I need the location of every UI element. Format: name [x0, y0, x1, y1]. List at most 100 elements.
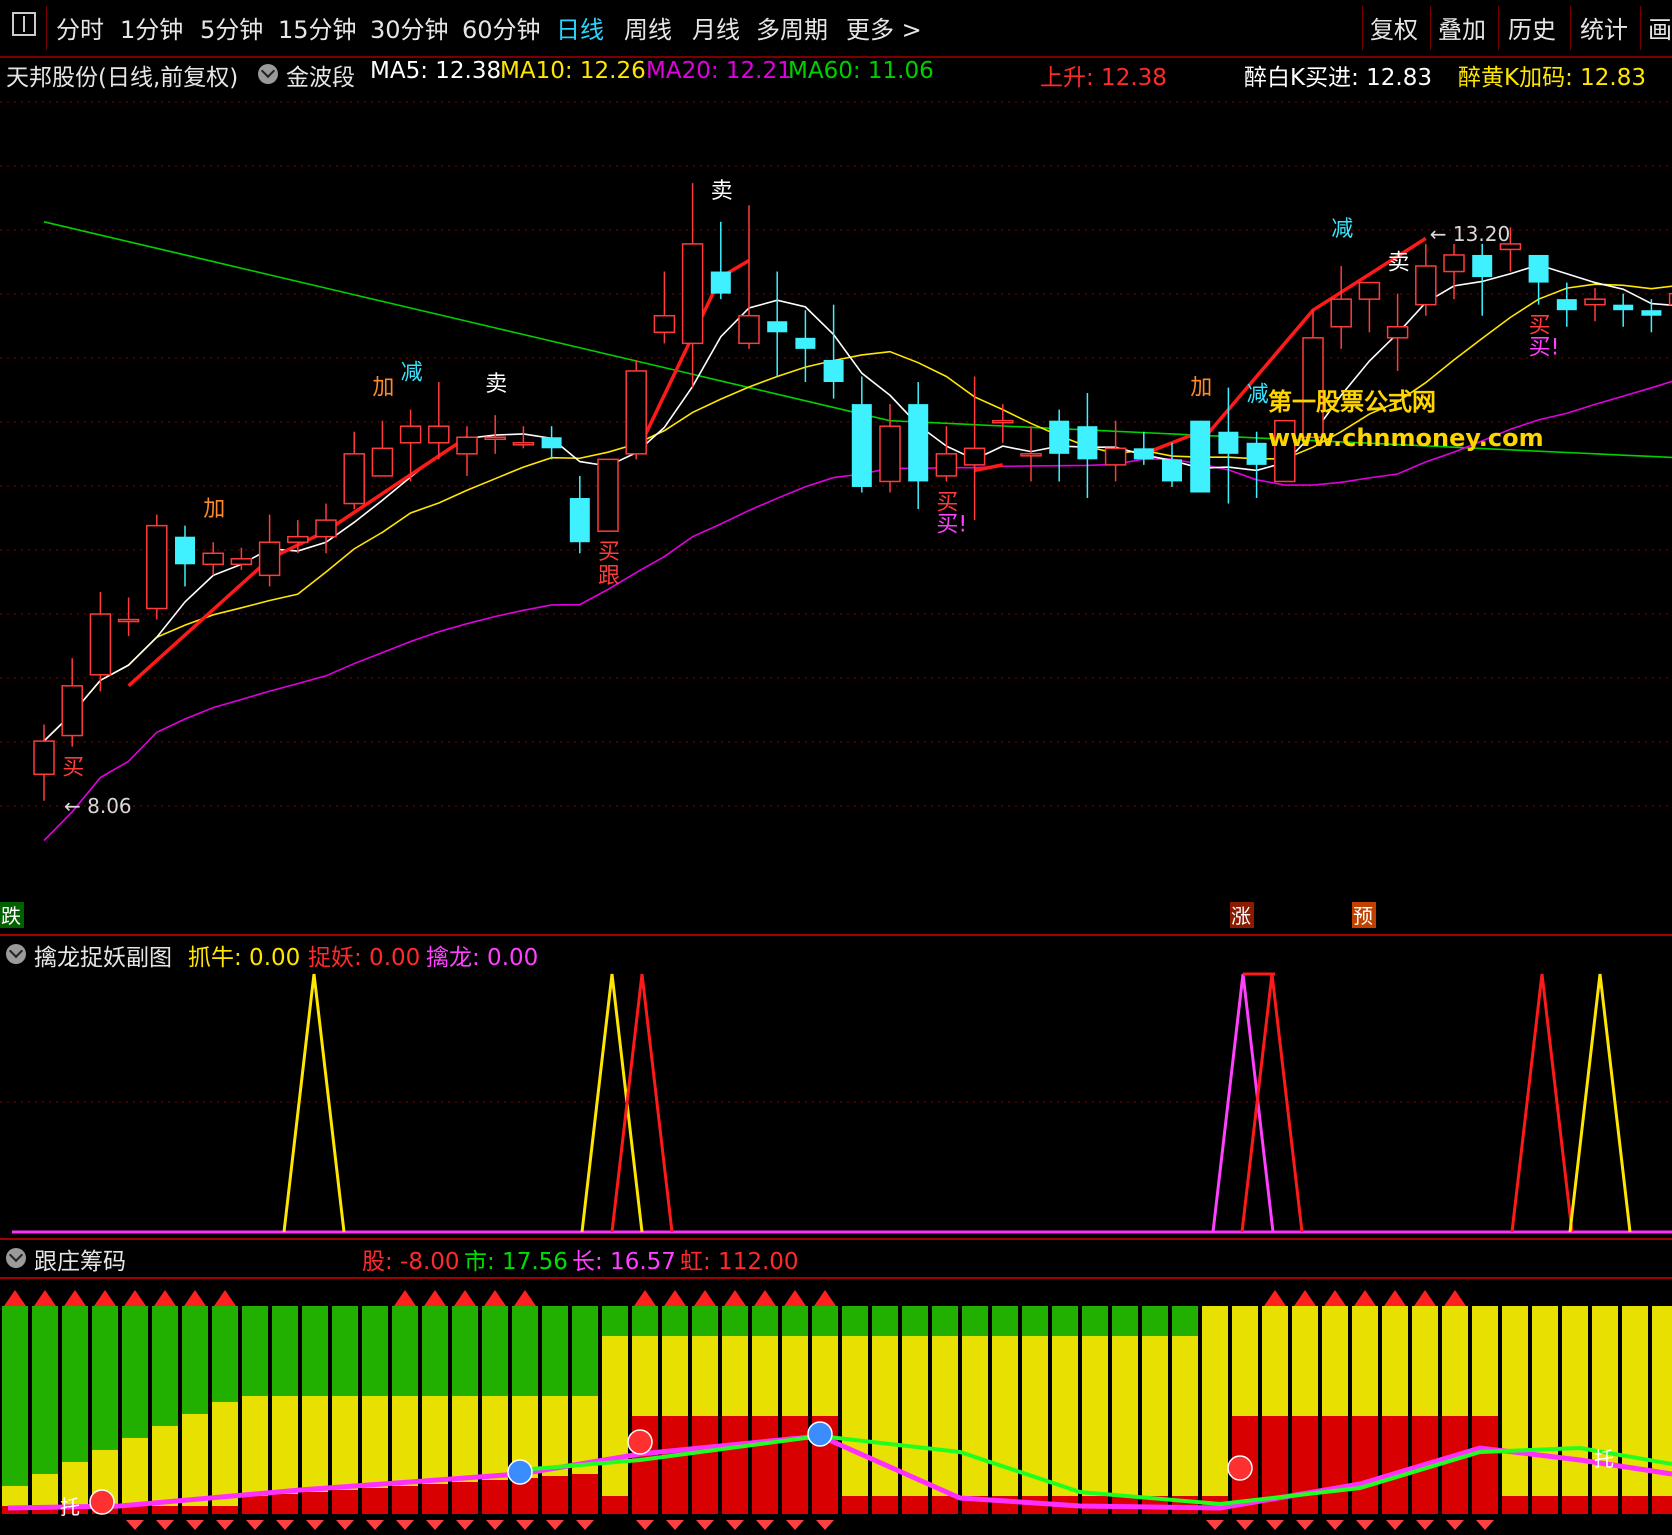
chip-yellow: [602, 1336, 628, 1514]
chip-yellow: [1592, 1306, 1618, 1514]
chip-red: [1622, 1496, 1648, 1514]
chip-column: [1202, 1306, 1228, 1530]
chip-yellow: [1652, 1306, 1672, 1514]
candle-body: [1246, 442, 1267, 465]
chip-gem: [246, 1520, 264, 1530]
chip-red: [722, 1416, 748, 1514]
chip-column: [842, 1306, 868, 1514]
chip-column: [302, 1306, 328, 1530]
candle-body: [89, 613, 112, 676]
chip-column: [782, 1290, 808, 1530]
chip-red: [242, 1496, 268, 1514]
candle: [767, 271, 788, 377]
candle-body: [1190, 420, 1211, 493]
chip-gem: [1296, 1520, 1314, 1530]
chip-yellow: [872, 1336, 898, 1514]
candle-body: [61, 685, 83, 737]
white-k-buy-value: 醉白K买进: 12.83: [1244, 65, 1432, 91]
indicator-dropdown-icon[interactable]: [258, 64, 278, 84]
chip-yellow: [962, 1336, 988, 1514]
signal-label: 卖: [1388, 251, 1410, 276]
candle-body: [1077, 426, 1098, 460]
candlestick-chart[interactable]: 买加加减 卖买跟卖买买!加 减减卖买买!← 8.06← 13.20跌涨预: [0, 90, 1672, 935]
pane3-dropdown-icon[interactable]: [6, 1248, 26, 1268]
tab-more[interactable]: 更多 >: [846, 10, 922, 45]
chip-column: [122, 1290, 148, 1530]
tab-15min[interactable]: 15分钟: [278, 10, 357, 45]
rights-adjust-button[interactable]: 复权: [1370, 10, 1418, 45]
chip-column: [1502, 1306, 1528, 1514]
candle-body: [795, 337, 816, 349]
chip-distribution-chart[interactable]: 托托: [0, 1276, 1672, 1535]
candle: [1077, 393, 1098, 499]
layout-icon[interactable]: [12, 12, 36, 36]
chip-column: [1352, 1290, 1378, 1530]
chip-gem: [816, 1520, 834, 1530]
candle-body: [1528, 254, 1549, 283]
chip-gem: [1236, 1520, 1254, 1530]
candle-body: [653, 314, 676, 334]
chip-column: [632, 1290, 658, 1530]
tab-daily[interactable]: 日线: [556, 10, 604, 45]
chip-gem: [1476, 1520, 1494, 1530]
candle-body: [767, 321, 788, 333]
overlay-button[interactable]: 叠加: [1438, 10, 1486, 45]
chip-red: [872, 1496, 898, 1514]
pane3-title[interactable]: 跟庄筹码: [34, 1242, 126, 1276]
chip-arrow-cap: [754, 1290, 776, 1306]
candle: [1020, 426, 1042, 482]
chip-gem: [516, 1520, 534, 1530]
chip-column: [1322, 1290, 1348, 1530]
chip-column: [1532, 1306, 1558, 1514]
main-chart-info: 天邦股份(日线,前复权) 金波段 MA5: 12.38 MA10: 12.26 …: [0, 56, 1672, 92]
chip-column: [962, 1306, 988, 1514]
toolbar-separator: [1430, 6, 1431, 50]
draw-button[interactable]: 画: [1648, 10, 1672, 45]
hong-value: 虹: 112.00: [680, 1249, 799, 1275]
candle-body: [1218, 431, 1239, 454]
candle: [175, 525, 195, 587]
signal-label: 卖: [485, 372, 507, 397]
pane2-title[interactable]: 擒龙捉妖副图: [34, 938, 172, 972]
candle-body: [935, 453, 958, 477]
tab-5min[interactable]: 5分钟: [200, 10, 263, 45]
chip-yellow: [1172, 1336, 1198, 1514]
pane2-chart[interactable]: [0, 970, 1672, 1238]
chip-gem: [756, 1520, 774, 1530]
history-button[interactable]: 历史: [1508, 10, 1556, 45]
chip-gem: [576, 1520, 594, 1530]
signal-spike: [1211, 973, 1275, 1233]
candle: [1049, 409, 1070, 482]
pane2-dropdown-icon[interactable]: [6, 944, 26, 964]
chip-column: [932, 1306, 958, 1514]
ma10-line: [43, 283, 1672, 742]
candle-body: [1020, 453, 1042, 457]
chip-column: [692, 1290, 718, 1530]
indicator-name[interactable]: 金波段: [286, 58, 355, 92]
tab-multi-period[interactable]: 多周期: [756, 10, 828, 45]
chip-marker-ball: [1227, 1455, 1253, 1481]
chip-gem: [456, 1520, 474, 1530]
rise-tag: 涨: [1231, 904, 1251, 928]
candle: [371, 420, 394, 477]
candle: [710, 221, 731, 300]
chip-arrow-cap: [214, 1290, 236, 1306]
tab-60min[interactable]: 60分钟: [462, 10, 541, 45]
chip-column: [1592, 1306, 1618, 1514]
chip-arrow-cap: [64, 1290, 86, 1306]
candle-body: [33, 740, 55, 775]
candle: [33, 724, 55, 801]
candle-body: [597, 458, 619, 532]
stats-button[interactable]: 统计: [1580, 10, 1628, 45]
tab-weekly[interactable]: 周线: [624, 10, 672, 45]
shi-value: 市: 17.56: [464, 1249, 568, 1275]
tab-monthly[interactable]: 月线: [692, 10, 740, 45]
tab-realtime[interactable]: 分时: [56, 10, 104, 45]
tab-1min[interactable]: 1分钟: [120, 10, 183, 45]
chip-arrow-cap: [694, 1290, 716, 1306]
chip-green: [2, 1306, 28, 1514]
candle: [1415, 243, 1437, 316]
tab-30min[interactable]: 30分钟: [370, 10, 449, 45]
signal-spike: [1568, 973, 1632, 1233]
chip-column: [362, 1306, 388, 1530]
